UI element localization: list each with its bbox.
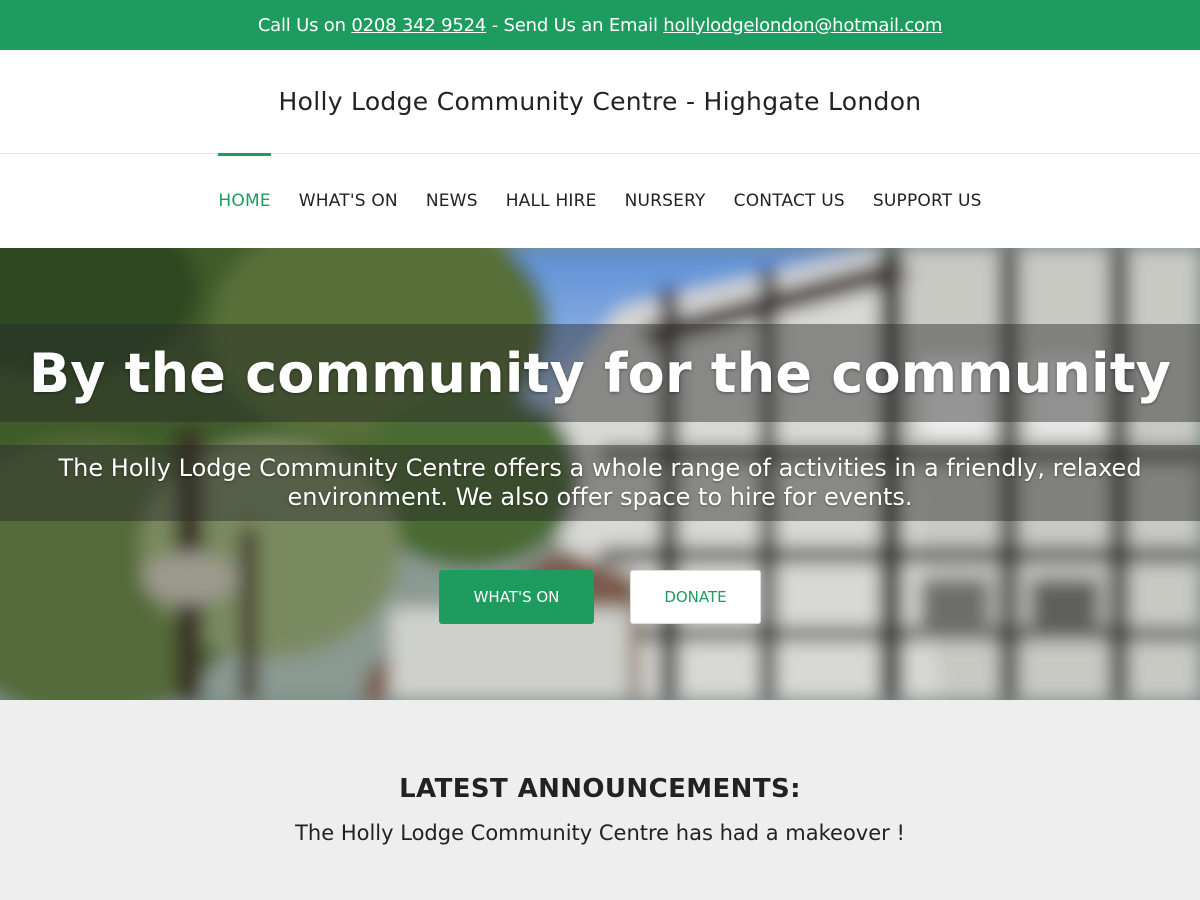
main-nav: HOME WHAT'S ON NEWS HALL HIRE NURSERY CO… bbox=[0, 153, 1200, 248]
nav-item-news[interactable]: NEWS bbox=[426, 154, 478, 248]
site-title[interactable]: Holly Lodge Community Centre - Highgate … bbox=[279, 87, 922, 116]
nav-item-hall-hire[interactable]: HALL HIRE bbox=[506, 154, 597, 248]
nav-item-support-us[interactable]: SUPPORT US bbox=[873, 154, 982, 248]
nav-item-home[interactable]: HOME bbox=[218, 153, 272, 248]
call-prefix: Call Us on bbox=[257, 14, 352, 36]
phone-link[interactable]: 0208 342 9524 bbox=[351, 15, 486, 36]
nav-item-whats-on[interactable]: WHAT'S ON bbox=[299, 154, 398, 248]
hero-subheading: The Holly Lodge Community Centre offers … bbox=[58, 454, 1142, 511]
announcements-title: LATEST ANNOUNCEMENTS: bbox=[399, 774, 801, 804]
email-prefix: - Send Us an Email bbox=[486, 14, 664, 36]
hero-section: By the community for the community The H… bbox=[0, 248, 1200, 700]
announcements-section: LATEST ANNOUNCEMENTS: The Holly Lodge Co… bbox=[0, 700, 1200, 900]
announcement-text: The Holly Lodge Community Centre has had… bbox=[295, 821, 905, 845]
site-header: Holly Lodge Community Centre - Highgate … bbox=[0, 50, 1200, 154]
nav-item-nursery[interactable]: NURSERY bbox=[625, 154, 706, 248]
donate-button[interactable]: DONATE bbox=[630, 570, 761, 624]
hero-heading: By the community for the community bbox=[28, 341, 1172, 405]
contact-bar: Call Us on 0208 342 9524 - Send Us an Em… bbox=[0, 0, 1200, 50]
whats-on-button[interactable]: WHAT'S ON bbox=[439, 570, 594, 624]
nav-item-contact-us[interactable]: CONTACT US bbox=[734, 154, 845, 248]
email-link[interactable]: hollylodgelondon@hotmail.com bbox=[663, 15, 942, 36]
